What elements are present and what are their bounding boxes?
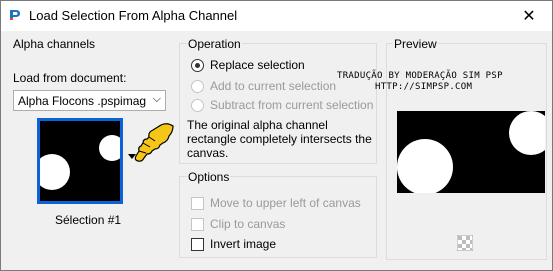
- checkbox-label: Move to upper left of canvas: [210, 196, 361, 210]
- radio-label: Subtract from current selection: [210, 98, 374, 112]
- checkbox[interactable]: [191, 196, 204, 210]
- window-title: Load Selection From Alpha Channel: [29, 8, 238, 23]
- preview-graphic: [397, 111, 545, 193]
- radio-button[interactable]: [191, 58, 204, 72]
- checkbox-invert-image[interactable]: Invert image: [191, 237, 276, 251]
- selection-name-label: Sélection #1: [55, 213, 122, 227]
- checkerboard-icon[interactable]: [457, 235, 473, 251]
- radio-label: Replace selection: [210, 58, 305, 72]
- options-group-label: Options: [187, 170, 231, 184]
- operation-description: The original alpha channel rectangle com…: [187, 118, 372, 160]
- title-bar[interactable]: Load Selection From Alpha Channel ✕: [1, 1, 552, 31]
- dialog-window: Load Selection From Alpha Channel ✕ Alph…: [0, 0, 553, 271]
- radio-subtract-from-selection[interactable]: Subtract from current selection: [191, 98, 373, 112]
- close-icon: ✕: [522, 8, 536, 25]
- chevron-down-icon: ⌵: [152, 93, 161, 105]
- alpha-channels-group-label: Alpha channels: [13, 37, 96, 51]
- radio-button[interactable]: [191, 79, 204, 93]
- thumbnail-image: [40, 121, 120, 201]
- checkbox[interactable]: [191, 237, 204, 251]
- preview-group-label: Preview: [393, 37, 438, 51]
- watermark-line-2: HTTP://SIMPSP.COM: [375, 82, 473, 92]
- paintshop-app-icon: [8, 8, 22, 22]
- pointing-hand-icon: [134, 123, 174, 162]
- checkbox-label: Invert image: [210, 237, 277, 251]
- operation-group-label: Operation: [187, 37, 242, 51]
- checkbox-move-upper-left[interactable]: Move to upper left of canvas: [191, 196, 361, 210]
- document-select-value: Alpha Flocons .pspimage: [18, 94, 146, 108]
- radio-button[interactable]: [191, 98, 204, 112]
- radio-replace-selection[interactable]: Replace selection: [191, 58, 305, 72]
- checkbox[interactable]: [191, 217, 204, 231]
- load-from-document-label: Load from document:: [13, 71, 127, 85]
- checkbox-label: Clip to canvas: [210, 217, 286, 231]
- document-select[interactable]: Alpha Flocons .pspimage ⌵: [13, 90, 166, 111]
- checkbox-clip-to-canvas[interactable]: Clip to canvas: [191, 217, 285, 231]
- close-button[interactable]: ✕: [506, 1, 552, 31]
- preview-image: [397, 111, 545, 193]
- watermark-line-1: TRADUÇÃO BY MODERAÇÃO SIM PSP: [337, 71, 503, 81]
- alpha-channel-thumbnail[interactable]: [37, 118, 123, 204]
- radio-label: Add to current selection: [210, 79, 337, 93]
- radio-add-to-selection[interactable]: Add to current selection: [191, 79, 336, 93]
